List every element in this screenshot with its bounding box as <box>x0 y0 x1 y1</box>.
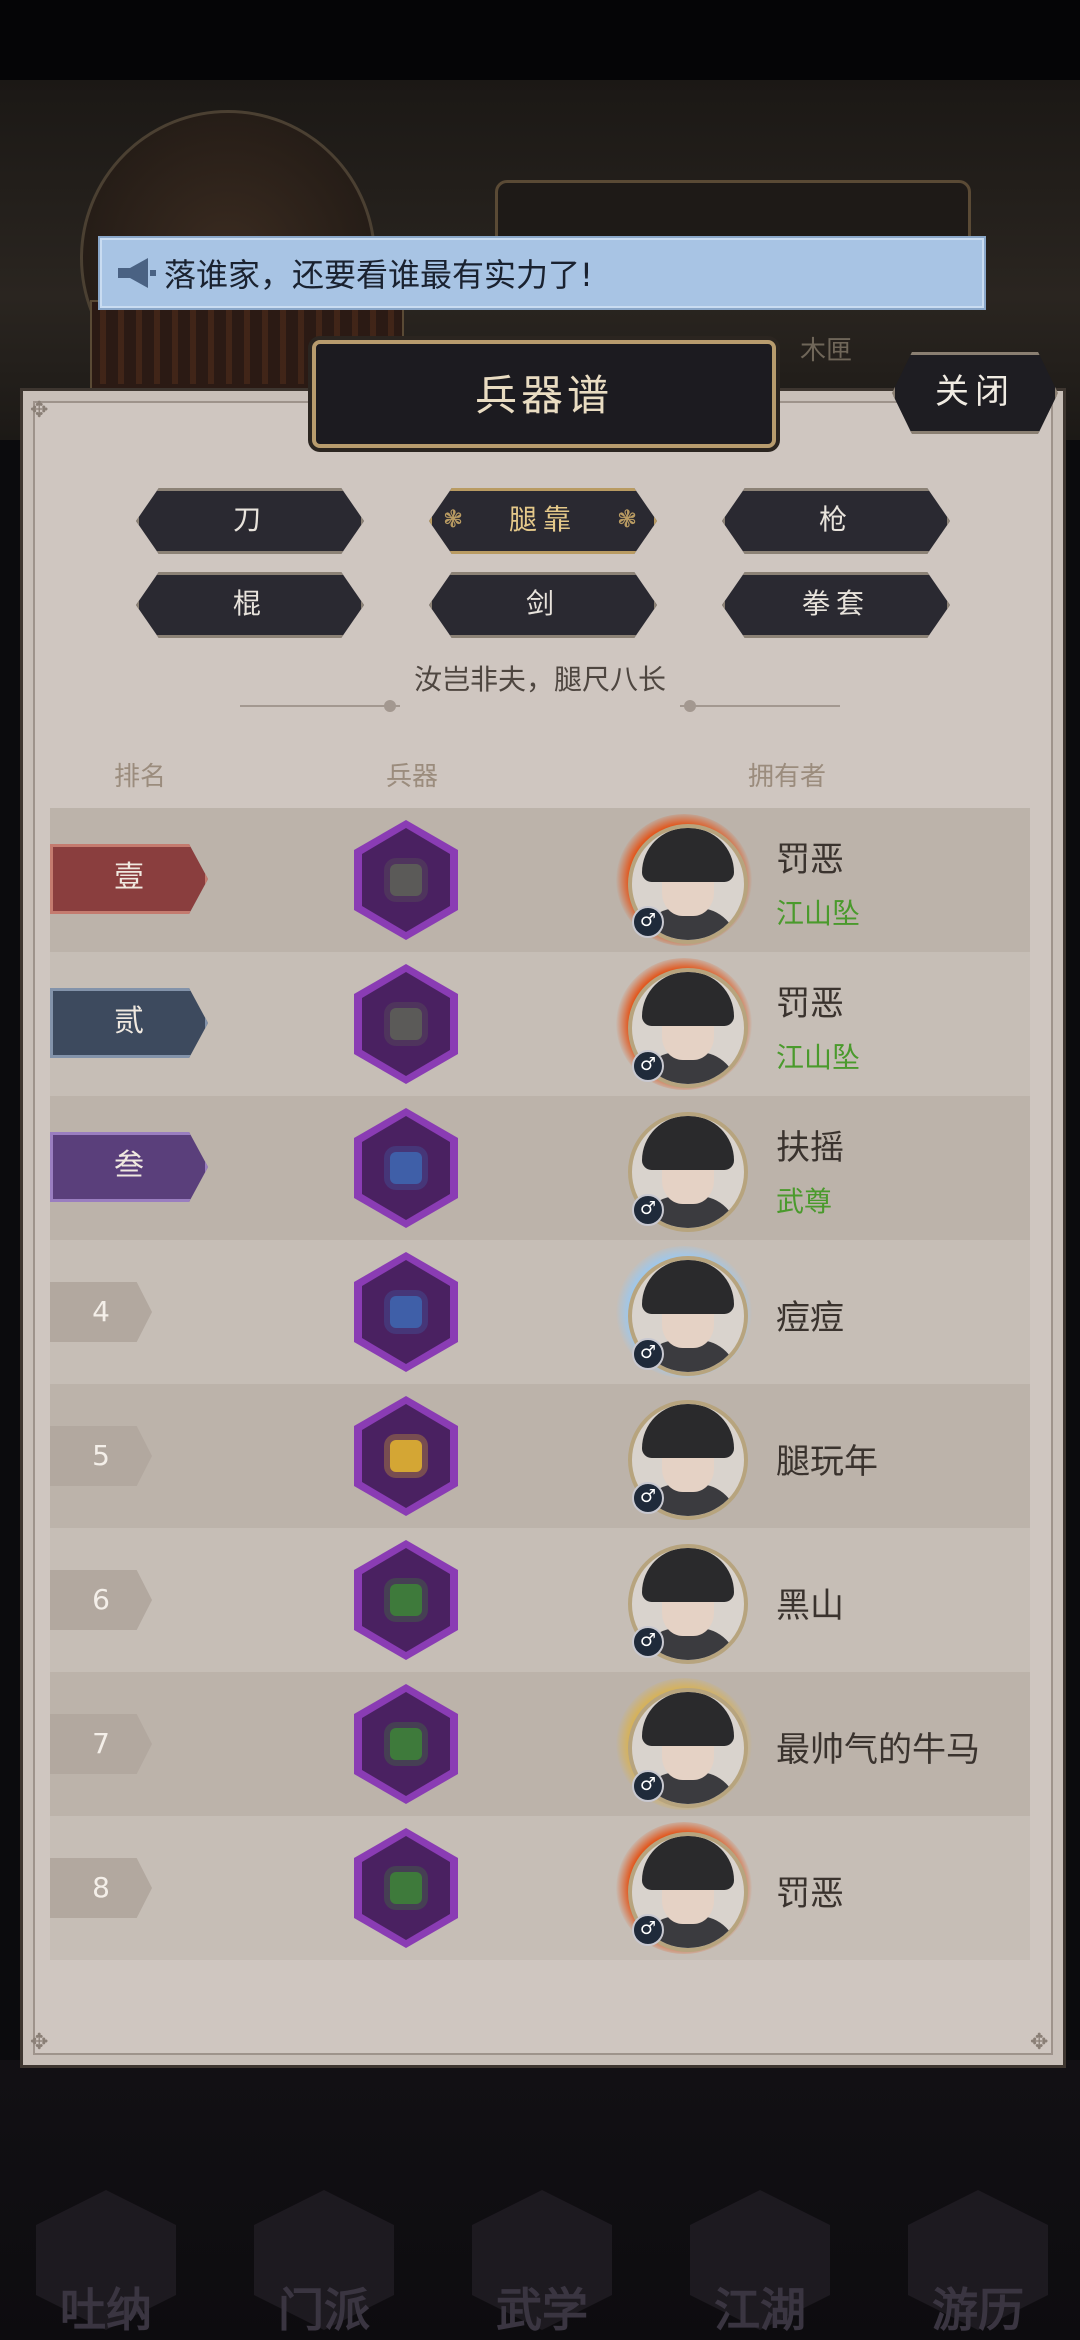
owner-name: 罚恶 <box>776 984 844 1024</box>
nav-item-youli[interactable]: 游历 <box>898 2180 1058 2340</box>
nav-label: 游历 <box>932 2283 1024 2337</box>
ranking-list[interactable]: 壹 ♂ 罚恶 江山坠贰 ♂ 罚恶 江山坠叁 ♂ 扶摇 武尊 4 ♂ 痘痘 5 ♂ 腿玩年 6 ♂ 黑山 7 ♂ 最帅气的牛… <box>50 808 1030 1982</box>
ranking-row[interactable]: 8 ♂ 罚恶 <box>50 1816 1030 1960</box>
male-icon: ♂ <box>632 1626 664 1658</box>
corner-ornament-icon: ✥ <box>30 2030 49 2055</box>
ranking-row[interactable]: 叁 ♂ 扶摇武尊 <box>50 1096 1030 1240</box>
nav-item-tuna[interactable]: 吐纳 <box>26 2180 186 2340</box>
tab-qiang[interactable]: 枪 <box>722 488 950 554</box>
male-icon: ♂ <box>632 1482 664 1514</box>
panel-title: 兵器谱 <box>474 371 613 420</box>
ranking-row[interactable]: 5 ♂ 腿玩年 <box>50 1384 1030 1528</box>
category-motto: 汝岂非夫，腿尺八长 <box>413 663 666 696</box>
rank-badge: 叁 <box>50 1132 208 1202</box>
male-icon: ♂ <box>632 1050 664 1082</box>
owner-name: 黑山 <box>776 1586 844 1626</box>
column-header-weapon: 兵器 <box>386 762 439 792</box>
flower-ornament-icon: ❃ <box>442 505 470 533</box>
ranking-row[interactable]: 7 ♂ 最帅气的牛马 <box>50 1672 1030 1816</box>
tab-gun[interactable]: 棍 <box>136 572 364 638</box>
divider-ornament-icon <box>684 700 696 712</box>
owner-name: 罚恶 <box>776 1874 844 1914</box>
tab-quantao[interactable]: 拳套 <box>722 572 950 638</box>
weapon-icon[interactable] <box>354 1684 458 1804</box>
background-label: 木匣 <box>800 336 853 366</box>
tab-dao[interactable]: 刀 <box>136 488 364 554</box>
close-button[interactable]: 关闭 <box>892 352 1058 434</box>
rank-badge: 贰 <box>50 988 208 1058</box>
rank-badge: 8 <box>50 1858 152 1918</box>
owner-sect: 江山坠 <box>776 1041 861 1074</box>
tab-tuikao[interactable]: ❃ 腿靠 ❃ <box>429 488 657 554</box>
announcement-text: 落谁家，还要看谁最有实力了! <box>164 256 593 294</box>
panel-title-plate: 兵器谱 <box>312 340 776 448</box>
rank-badge: 4 <box>50 1282 152 1342</box>
megaphone-icon <box>118 258 156 288</box>
nav-item-jianghu[interactable]: 江湖 <box>680 2180 840 2340</box>
ranking-row[interactable]: 6 ♂ 黑山 <box>50 1528 1030 1672</box>
weapon-icon[interactable] <box>354 1108 458 1228</box>
ranking-row[interactable]: 壹 ♂ 罚恶江山坠 <box>50 808 1030 952</box>
owner-name: 腿玩年 <box>776 1442 878 1482</box>
owner-sect: 武尊 <box>776 1185 833 1218</box>
male-icon: ♂ <box>632 1914 664 1946</box>
male-icon: ♂ <box>632 1194 664 1226</box>
weapon-icon[interactable] <box>354 1828 458 1948</box>
owner-name: 痘痘 <box>776 1298 844 1338</box>
weapon-icon[interactable] <box>354 1540 458 1660</box>
divider <box>680 705 840 707</box>
nav-label: 吐纳 <box>60 2283 152 2337</box>
owner-name: 罚恶 <box>776 840 844 880</box>
nav-item-wuxue[interactable]: 武学 <box>462 2180 622 2340</box>
rank-badge: 7 <box>50 1714 152 1774</box>
divider <box>240 705 400 707</box>
male-icon: ♂ <box>632 1770 664 1802</box>
corner-ornament-icon: ✥ <box>1030 2030 1049 2055</box>
male-icon: ♂ <box>632 1338 664 1370</box>
announcement-marquee: 落谁家，还要看谁最有实力了! <box>98 236 986 310</box>
owner-sect: 江山坠 <box>776 897 861 930</box>
flower-ornament-icon: ❃ <box>616 505 644 533</box>
column-header-owner: 拥有者 <box>748 762 827 792</box>
rank-badge: 壹 <box>50 844 208 914</box>
tab-label: 腿靠 <box>508 503 577 536</box>
nav-label: 门派 <box>278 2283 370 2337</box>
nav-label: 江湖 <box>714 2283 806 2337</box>
rank-badge: 6 <box>50 1570 152 1630</box>
column-header-rank: 排名 <box>114 762 167 792</box>
status-bar-area <box>0 0 1080 80</box>
weapon-icon[interactable] <box>354 964 458 1084</box>
divider-ornament-icon <box>384 700 396 712</box>
corner-ornament-icon: ✥ <box>30 398 49 423</box>
tab-jian[interactable]: 剑 <box>429 572 657 638</box>
owner-name: 最帅气的牛马 <box>776 1730 980 1770</box>
rank-badge: 5 <box>50 1426 152 1486</box>
nav-item-menpai[interactable]: 门派 <box>244 2180 404 2340</box>
weapon-icon[interactable] <box>354 1396 458 1516</box>
weapon-icon[interactable] <box>354 1252 458 1372</box>
nav-label: 武学 <box>496 2283 588 2337</box>
ranking-row[interactable]: 贰 ♂ 罚恶江山坠 <box>50 952 1030 1096</box>
owner-name: 扶摇 <box>776 1128 844 1168</box>
ranking-row[interactable]: 4 ♂ 痘痘 <box>50 1240 1030 1384</box>
male-icon: ♂ <box>632 906 664 938</box>
weapon-icon[interactable] <box>354 820 458 940</box>
